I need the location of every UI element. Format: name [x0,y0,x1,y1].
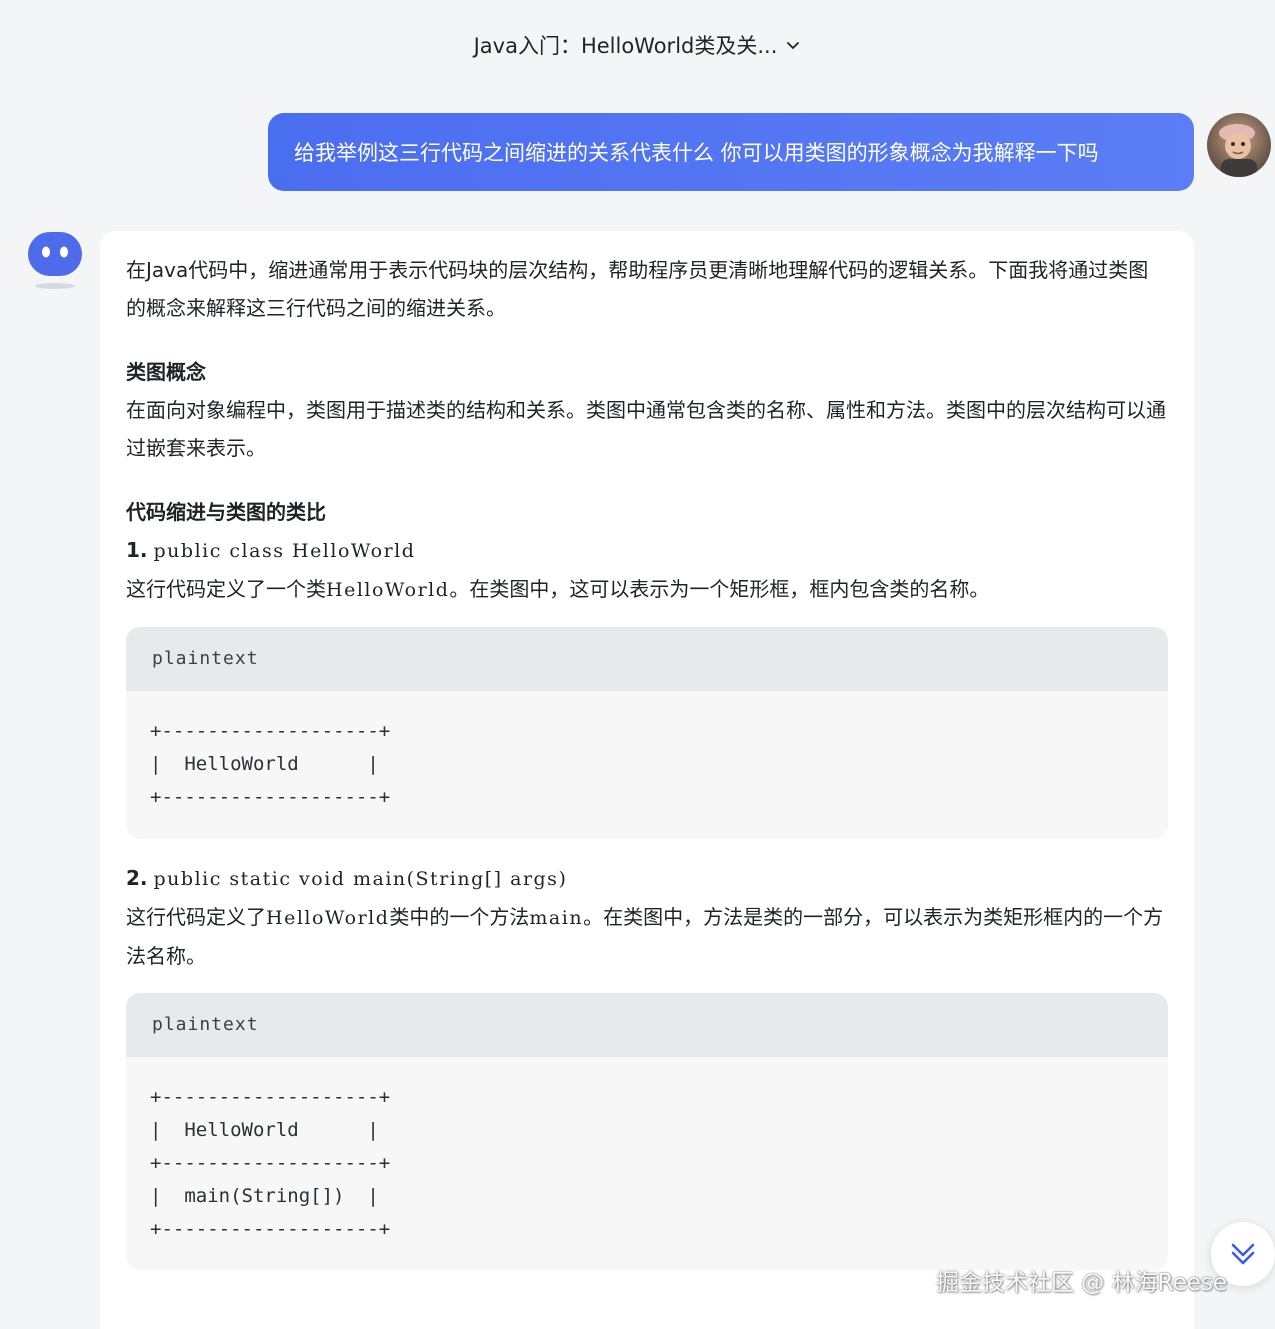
inline-code: HelloWorld [326,579,450,601]
conversation-title: Java入门：HelloWorld类及关... [473,34,778,58]
step-1-description: 这行代码定义了一个类HelloWorld。在类图中，这可以表示为一个矩形框，框内… [126,570,1168,609]
step-2-description: 这行代码定义了HelloWorld类中的一个方法main。在类图中，方法是类的一… [126,898,1168,975]
user-message-bubble: 给我举例这三行代码之间缩进的关系代表什么 你可以用类图的形象概念为我解释一下吗 [268,113,1194,191]
inline-code: HelloWorld [266,907,390,929]
code-block-content[interactable]: +-------------------+ | HelloWorld | +--… [126,1057,1168,1270]
code-block-content[interactable]: +-------------------+ | HelloWorld | +--… [126,691,1168,839]
answer-intro: 在Java代码中，缩进通常用于表示代码块的层次结构，帮助程序员更清晰地理解代码的… [126,258,1149,320]
user-avatar-image [1207,113,1271,177]
chevron-down-icon [787,42,800,49]
step-number: 2. [126,866,148,890]
heading-indent-analogy: 代码缩进与类图的类比 [126,500,326,524]
step-1: 1. public class HelloWorld [126,531,1168,570]
watermark: 掘金技术社区 @ 林海Reese [936,1270,1228,1296]
step-2: 2. public static void main(String[] args) [126,859,1168,898]
user-message-text: 给我举例这三行代码之间缩进的关系代表什么 你可以用类图的形象概念为我解释一下吗 [294,141,1099,165]
code-block: plaintext +-------------------+ | HelloW… [126,627,1168,839]
inline-code: main [529,907,584,929]
step-code: public static void main(String[] args) [153,868,568,890]
double-chevron-down-icon [1231,1243,1255,1265]
answer-paragraph: 在面向对象编程中，类图用于描述类的结构和关系。类图中通常包含类的名称、属性和方法… [126,398,1166,460]
user-message-row: 给我举例这三行代码之间缩进的关系代表什么 你可以用类图的形象概念为我解释一下吗 [0,113,1275,193]
code-block: plaintext +-------------------+ | HelloW… [126,993,1168,1270]
desc-text: 类中的一个方法 [389,905,530,929]
code-block-language: plaintext [126,993,1168,1057]
code-block-language: plaintext [126,627,1168,691]
bot-avatar-icon [28,232,82,289]
heading-class-diagram-concept: 类图概念 [126,360,206,384]
desc-text: 这行代码定义了一个类 [126,577,326,601]
desc-text: 。在类图中，这可以表示为一个矩形框，框内包含类的名称。 [449,577,990,601]
user-avatar[interactable] [1207,113,1271,177]
top-bar: Java入门：HelloWorld类及关... [0,0,1275,90]
desc-text: 这行代码定义了 [126,905,266,929]
conversation-title-dropdown[interactable]: Java入门：HelloWorld类及关... [474,30,802,60]
bot-avatar [22,228,88,294]
step-number: 1. [126,538,148,562]
step-code: public class HelloWorld [153,540,416,562]
assistant-answer-card: 在Java代码中，缩进通常用于表示代码块的层次结构，帮助程序员更清晰地理解代码的… [100,231,1194,1329]
